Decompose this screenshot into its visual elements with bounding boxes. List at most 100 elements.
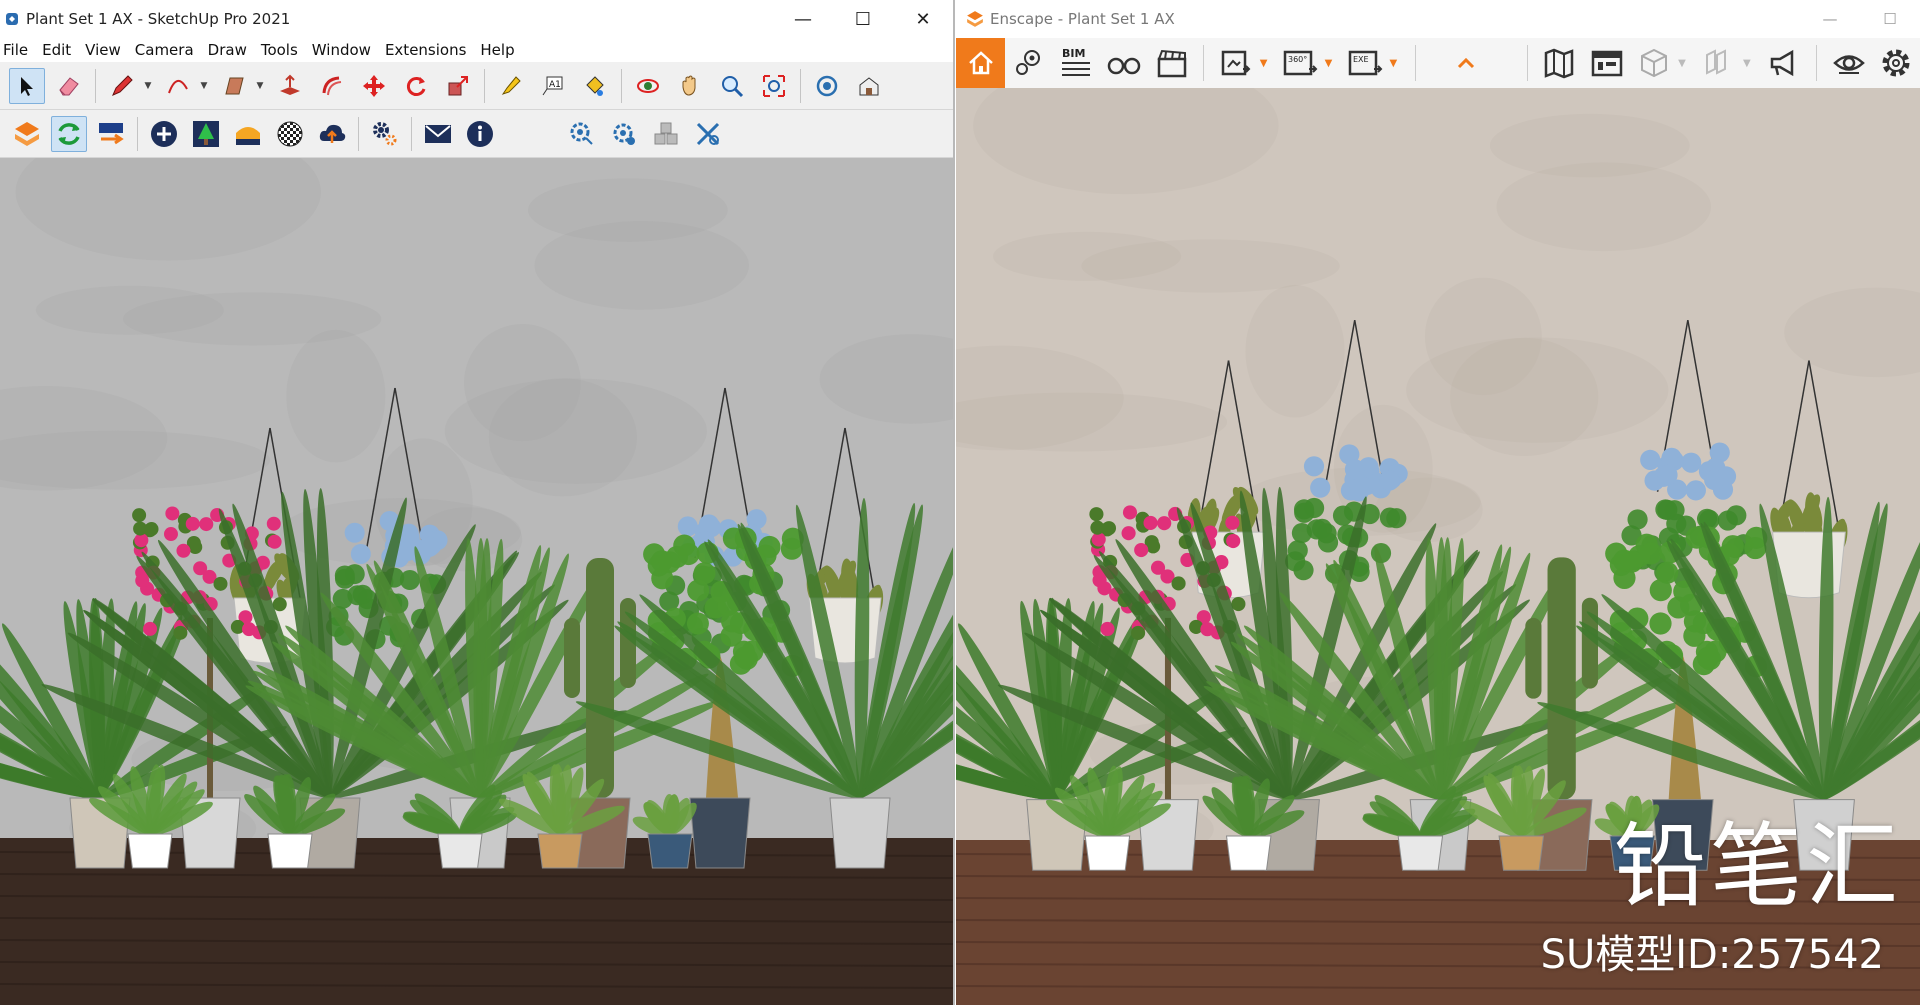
maximize-button[interactable]: ☐ bbox=[833, 0, 893, 38]
asset-library-button[interactable] bbox=[188, 116, 224, 152]
enscape-start-button[interactable] bbox=[9, 116, 45, 152]
line-tool-dropdown[interactable]: ▼ bbox=[143, 68, 153, 104]
enscape-viewport[interactable]: 铅笔汇 SU模型ID:257542 bbox=[956, 88, 1920, 1005]
menu-tools[interactable]: Tools bbox=[254, 38, 305, 62]
plant-pot bbox=[829, 797, 891, 869]
enscape-minimize-button[interactable]: — bbox=[1800, 0, 1860, 38]
tape-measure-button[interactable] bbox=[493, 68, 529, 104]
enscape-tools-button[interactable] bbox=[690, 116, 726, 152]
orbit-tool-button[interactable] bbox=[630, 68, 666, 104]
panorama-button[interactable]: 360° bbox=[1280, 41, 1322, 85]
collapse-toolbar-button[interactable] bbox=[1446, 41, 1488, 85]
about-button[interactable] bbox=[462, 116, 498, 152]
feedback-button[interactable] bbox=[1763, 41, 1805, 85]
rectangle-tool-button[interactable] bbox=[216, 68, 252, 104]
exe-export-icon: EXE bbox=[1348, 50, 1383, 76]
material-editor-button[interactable] bbox=[230, 116, 266, 152]
panorama-dropdown[interactable]: ▼ bbox=[1325, 58, 1336, 69]
tree-leaf bbox=[758, 535, 781, 558]
export-dropdown[interactable]: ▼ bbox=[1390, 58, 1401, 69]
enscape-maximize-button[interactable]: ☐ bbox=[1860, 0, 1920, 38]
pink-bloom bbox=[1157, 516, 1172, 531]
section-dropdown[interactable]: ▼ bbox=[1743, 58, 1754, 69]
tree-leaf bbox=[1620, 550, 1643, 573]
orbit-icon bbox=[637, 78, 659, 93]
menu-draw[interactable]: Draw bbox=[201, 38, 254, 62]
line-tool-button[interactable] bbox=[104, 68, 140, 104]
menu-view[interactable]: View bbox=[78, 38, 128, 62]
section-button[interactable] bbox=[1698, 41, 1740, 85]
pink-bloom bbox=[163, 527, 178, 542]
zoom-extents-button[interactable] bbox=[756, 68, 792, 104]
menu-file[interactable]: File bbox=[0, 38, 35, 62]
view-management-button[interactable] bbox=[1008, 41, 1050, 85]
map-icon bbox=[1545, 48, 1574, 79]
push-pull-tool-button[interactable] bbox=[272, 68, 308, 104]
video-editor-button[interactable] bbox=[1151, 41, 1193, 85]
blue-flower bbox=[344, 522, 365, 543]
tree-leaf bbox=[1744, 536, 1767, 560]
screenshot-button[interactable] bbox=[1215, 41, 1257, 85]
feedback-button[interactable] bbox=[420, 116, 456, 152]
eraser-tool-button[interactable] bbox=[51, 68, 87, 104]
section-plane-icon bbox=[1706, 49, 1727, 75]
components-button[interactable] bbox=[851, 68, 887, 104]
tree-icon bbox=[193, 120, 219, 147]
atlas-button[interactable] bbox=[1586, 41, 1628, 85]
sketchup-viewport[interactable] bbox=[0, 158, 953, 1005]
arc-tool-button[interactable] bbox=[160, 68, 196, 104]
warehouse-button[interactable] bbox=[809, 68, 845, 104]
enscape-cubes-button[interactable] bbox=[648, 116, 684, 152]
menu-help[interactable]: Help bbox=[473, 38, 521, 62]
enscape-capture-button[interactable] bbox=[564, 116, 600, 152]
bim-button[interactable]: BIM bbox=[1056, 41, 1098, 85]
tree-leaf bbox=[1683, 610, 1707, 633]
enscape-objects-button[interactable] bbox=[606, 116, 642, 152]
leaf bbox=[1627, 509, 1648, 530]
clapperboard-icon bbox=[1157, 49, 1186, 78]
pink-bloom bbox=[1090, 520, 1105, 535]
pan-tool-button[interactable] bbox=[672, 68, 708, 104]
paint-bucket-button[interactable] bbox=[577, 68, 613, 104]
move-tool-button[interactable] bbox=[356, 68, 392, 104]
home-button[interactable] bbox=[956, 38, 1006, 88]
pink-bloom bbox=[1092, 573, 1107, 588]
eye-icon bbox=[1832, 55, 1865, 74]
rotate-tool-button[interactable] bbox=[398, 68, 434, 104]
close-button[interactable]: ✕ bbox=[893, 0, 953, 38]
visual-settings-button[interactable] bbox=[272, 116, 308, 152]
scale-tool-button[interactable] bbox=[440, 68, 476, 104]
arc-tool-dropdown[interactable]: ▼ bbox=[199, 68, 209, 104]
pink-bloom bbox=[1226, 533, 1241, 549]
walk-mode-button[interactable] bbox=[1103, 41, 1145, 85]
select-tool-button[interactable] bbox=[9, 67, 45, 104]
pink-bloom bbox=[1143, 515, 1158, 530]
plant-pot bbox=[689, 797, 751, 869]
sync-views-button[interactable] bbox=[93, 116, 129, 152]
menu-extensions[interactable]: Extensions bbox=[378, 38, 473, 62]
menu-window[interactable]: Window bbox=[305, 38, 378, 62]
live-update-button[interactable] bbox=[51, 115, 87, 152]
text-tool-button[interactable]: A1 bbox=[535, 68, 571, 104]
export-exe-button[interactable]: EXE bbox=[1345, 41, 1387, 85]
pink-bloom bbox=[1089, 507, 1104, 522]
menu-camera[interactable]: Camera bbox=[128, 38, 201, 62]
ortho-dropdown[interactable]: ▼ bbox=[1678, 58, 1689, 69]
shape-tool-dropdown[interactable]: ▼ bbox=[255, 68, 265, 104]
leaf bbox=[334, 568, 355, 589]
ortho-button[interactable] bbox=[1634, 41, 1676, 85]
screenshot-dropdown[interactable]: ▼ bbox=[1260, 58, 1271, 69]
add-button[interactable] bbox=[146, 116, 182, 152]
menu-edit[interactable]: Edit bbox=[35, 38, 78, 62]
visual-settings-button[interactable] bbox=[1828, 41, 1870, 85]
settings-button[interactable] bbox=[367, 116, 403, 152]
scale-icon bbox=[448, 75, 468, 95]
minimize-button[interactable]: — bbox=[773, 0, 833, 38]
offset-tool-button[interactable] bbox=[314, 68, 350, 104]
plant-pot bbox=[647, 833, 693, 869]
map-button[interactable] bbox=[1539, 41, 1581, 85]
upload-button[interactable] bbox=[314, 116, 350, 152]
leaf bbox=[1726, 505, 1747, 526]
general-settings-button[interactable] bbox=[1875, 41, 1917, 85]
zoom-tool-button[interactable] bbox=[714, 68, 750, 104]
